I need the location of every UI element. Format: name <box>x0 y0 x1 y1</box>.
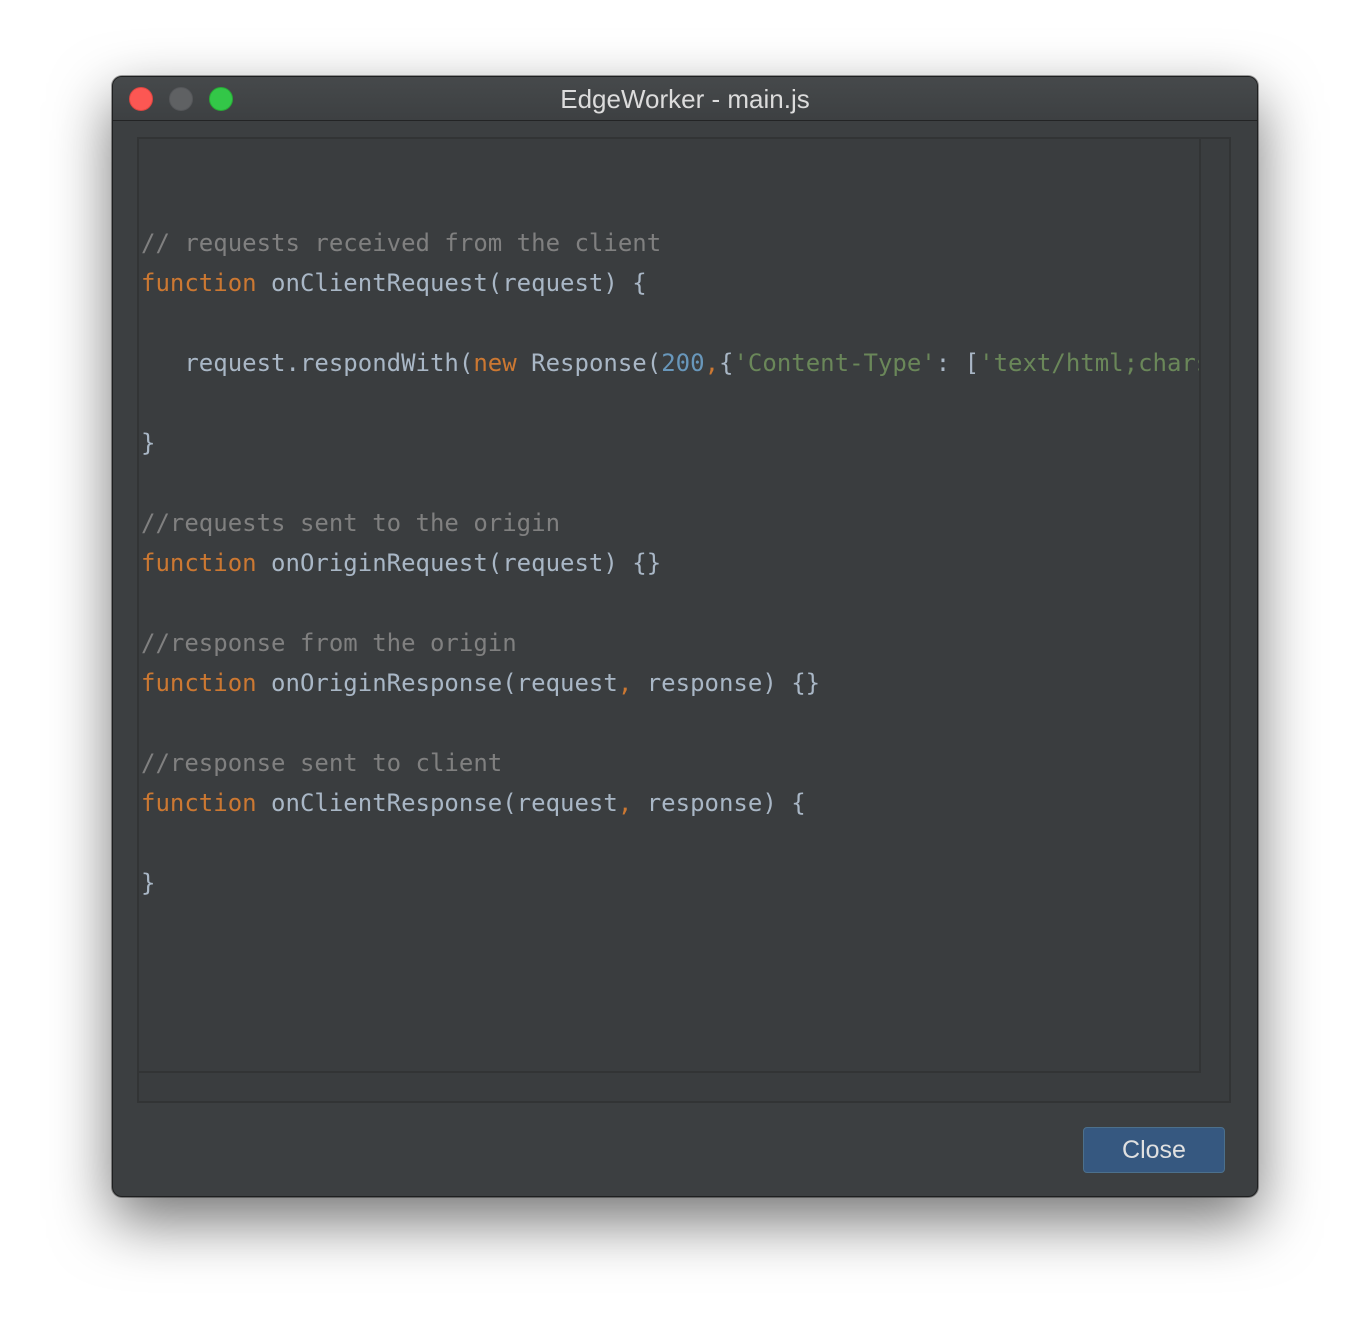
title-bar[interactable]: EdgeWorker - main.js <box>113 77 1257 121</box>
code-editor[interactable]: // requests received from the client func… <box>139 139 1201 1073</box>
code-line: } <box>141 423 1199 463</box>
code-token-keyword: new <box>473 349 517 377</box>
code-token-string: 'Content-Type' <box>733 349 936 377</box>
code-line: function onOriginRequest(request) {} <box>141 543 1199 583</box>
code-line: } <box>141 863 1199 903</box>
code-token-plain: } <box>141 869 156 897</box>
code-line: //response from the origin <box>141 623 1199 663</box>
code-token-plain: { <box>719 349 734 377</box>
vertical-scrollbar[interactable] <box>1201 139 1229 1073</box>
code-line: //requests sent to the origin <box>141 503 1199 543</box>
close-button[interactable]: Close <box>1083 1127 1225 1173</box>
code-content[interactable]: // requests received from the client func… <box>141 183 1199 903</box>
code-token-comment: //requests sent to the origin <box>141 509 561 537</box>
code-token-plain: Response( <box>516 349 662 377</box>
code-token-string: 'text/html;charset=ut <box>979 349 1199 377</box>
code-editor-frame: // requests received from the client func… <box>137 137 1231 1103</box>
code-token-keyword: function <box>141 669 257 697</box>
code-token-plain: response) { <box>632 789 806 817</box>
code-token-plain: } <box>141 429 156 457</box>
code-line: request.respondWith(new Response(200,{'C… <box>141 343 1199 383</box>
code-line: function onClientRequest(request) { <box>141 263 1199 303</box>
code-line: // requests received from the client <box>141 223 1199 263</box>
code-token-plain: onClientResponse(request <box>256 789 618 817</box>
code-line: function onOriginResponse(request, respo… <box>141 663 1199 703</box>
code-line: //response sent to client <box>141 743 1199 783</box>
code-token-comment: //response sent to client <box>141 749 503 777</box>
code-token-punct: , <box>617 789 633 817</box>
code-token-comment: //response from the origin <box>141 629 517 657</box>
code-token-keyword: function <box>141 789 257 817</box>
code-token-comment: // requests received from the client <box>141 229 662 257</box>
code-token-plain: onOriginRequest(request) {} <box>256 549 662 577</box>
code-token-punct: , <box>617 669 633 697</box>
dialog-window: EdgeWorker - main.js // requests receive… <box>112 76 1258 1197</box>
code-token-punct: , <box>704 349 720 377</box>
code-token-plain: : [ <box>935 349 980 377</box>
code-line: function onClientResponse(request, respo… <box>141 783 1199 823</box>
code-token-keyword: function <box>141 549 257 577</box>
horizontal-scrollbar[interactable] <box>139 1073 1201 1101</box>
code-token-number: 200 <box>661 349 705 377</box>
code-token-plain: onClientRequest(request) { <box>256 269 647 297</box>
window-title: EdgeWorker - main.js <box>560 84 810 114</box>
code-token-plain: response) {} <box>632 669 821 697</box>
code-token-keyword: function <box>141 269 257 297</box>
code-token-plain: request.respondWith( <box>141 349 474 377</box>
code-token-plain: onOriginResponse(request <box>256 669 618 697</box>
